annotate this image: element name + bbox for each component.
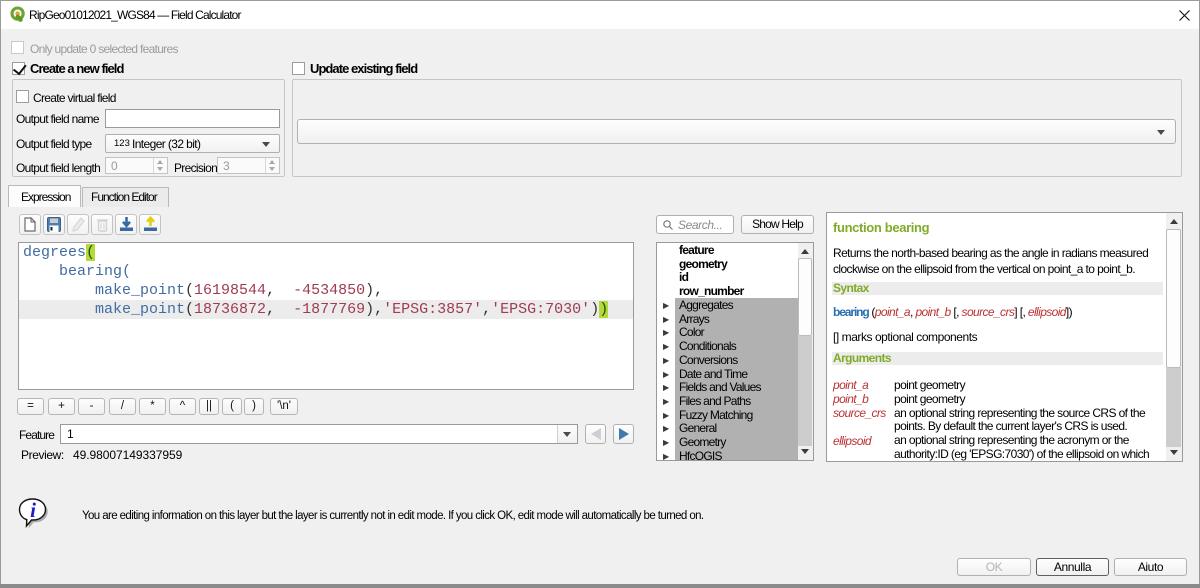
- svg-text:i: i: [30, 498, 36, 522]
